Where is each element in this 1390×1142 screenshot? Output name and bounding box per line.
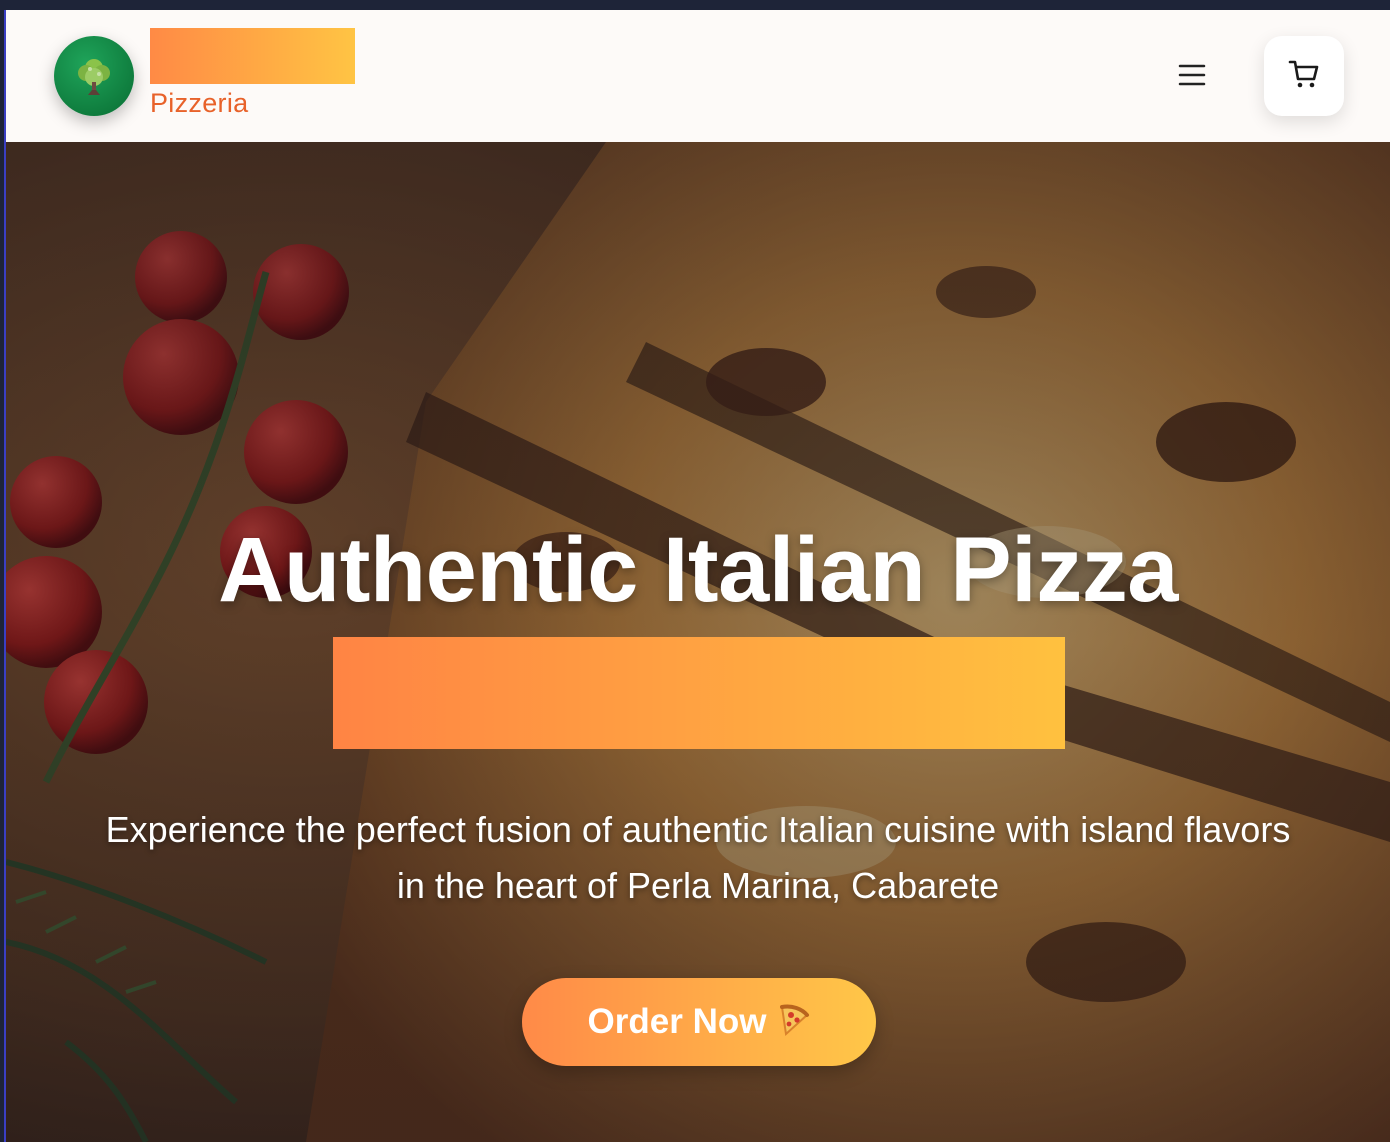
hero-title: Authentic Italian Pizza [218, 519, 1178, 621]
site-header: Pizzeria [6, 10, 1390, 142]
hero-section: Authentic Italian Pizza Experience the p… [6, 142, 1390, 1142]
tree-icon [74, 54, 114, 98]
shopping-cart-icon [1287, 57, 1321, 96]
brand-name-highlight [150, 28, 355, 84]
hamburger-menu-icon[interactable] [1174, 60, 1210, 90]
brand-subtitle: Pizzeria [150, 88, 249, 118]
order-now-button[interactable]: Order Now [522, 978, 876, 1066]
cart-button[interactable] [1264, 36, 1344, 116]
pizza-slice-icon [776, 1003, 810, 1042]
logo[interactable] [54, 36, 134, 116]
hero-highlight-banner [333, 637, 1065, 749]
hero-subtitle: Experience the perfect fusion of authent… [105, 809, 1291, 906]
order-now-label: Order Now [587, 1002, 767, 1041]
